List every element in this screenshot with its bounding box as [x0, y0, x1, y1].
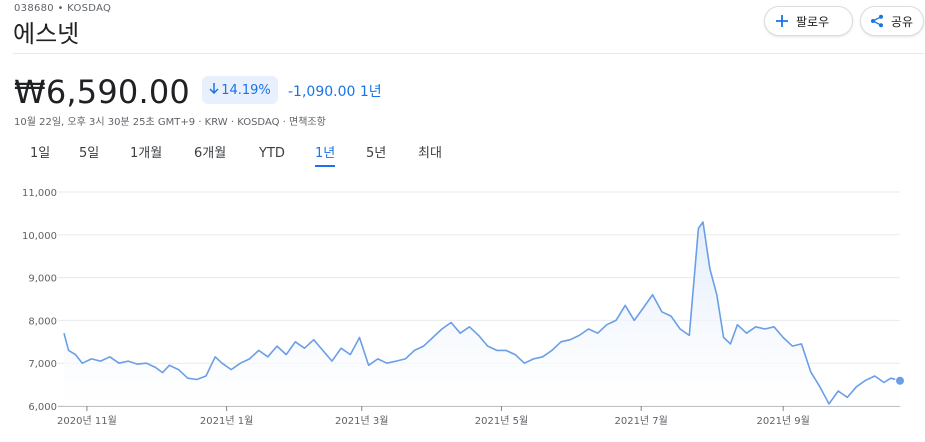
x-tick-label: 2021년 5월: [475, 415, 528, 427]
current-price: ₩6,590.00: [14, 73, 190, 111]
share-label: 공유: [891, 14, 914, 29]
y-tick-label: 11,000: [22, 188, 57, 199]
tab-1y[interactable]: 1년: [315, 145, 336, 167]
share-icon: [870, 14, 884, 28]
share-button[interactable]: 공유: [860, 6, 924, 36]
last-price-point: [895, 375, 905, 386]
x-tick-label: 2021년 7월: [614, 415, 667, 427]
tab-5y[interactable]: 5년: [366, 145, 386, 165]
x-tick-label: 2021년 9월: [756, 415, 809, 427]
ticker-symbol: 038680 • KOSDAQ: [14, 3, 112, 14]
x-tick-label: 2021년 3월: [335, 415, 388, 427]
tab-1d[interactable]: 1일: [30, 145, 50, 165]
x-tick-label: 2020년 11월: [57, 415, 117, 427]
arrow-down-icon: [209, 82, 219, 98]
quote-meta: 10월 22일, 오후 3시 30분 25초 GMT+9 · KRW · KOS…: [14, 117, 326, 128]
y-tick-label: 8,000: [28, 316, 57, 327]
y-tick-label: 10,000: [22, 231, 57, 242]
y-tick-label: 9,000: [28, 274, 57, 285]
follow-button[interactable]: 팔로우: [764, 6, 853, 36]
tab-1m[interactable]: 1개월: [130, 145, 162, 165]
change-percent: 14.19%: [221, 82, 271, 98]
x-tick-label: 2021년 1월: [200, 415, 253, 427]
tab-5d[interactable]: 5일: [79, 145, 99, 165]
price-chart[interactable]: 11,000 10,000 9,000 8,000 7,000 6,0002020년 11…: [0, 170, 925, 442]
company-name: 에스넷: [13, 20, 80, 48]
tab-6m[interactable]: 6개월: [194, 145, 226, 165]
y-tick-label: 6,000: [28, 402, 57, 413]
tab-max[interactable]: 최대: [418, 145, 442, 165]
header-divider: [13, 53, 925, 54]
plus-icon: [775, 14, 789, 28]
change-percent-badge: 14.19%: [202, 76, 278, 104]
y-tick-label: 7,000: [28, 359, 57, 370]
change-absolute: -1,090.00 1년: [288, 84, 382, 100]
tab-ytd[interactable]: YTD: [259, 145, 285, 165]
follow-label: 팔로우: [796, 14, 830, 29]
